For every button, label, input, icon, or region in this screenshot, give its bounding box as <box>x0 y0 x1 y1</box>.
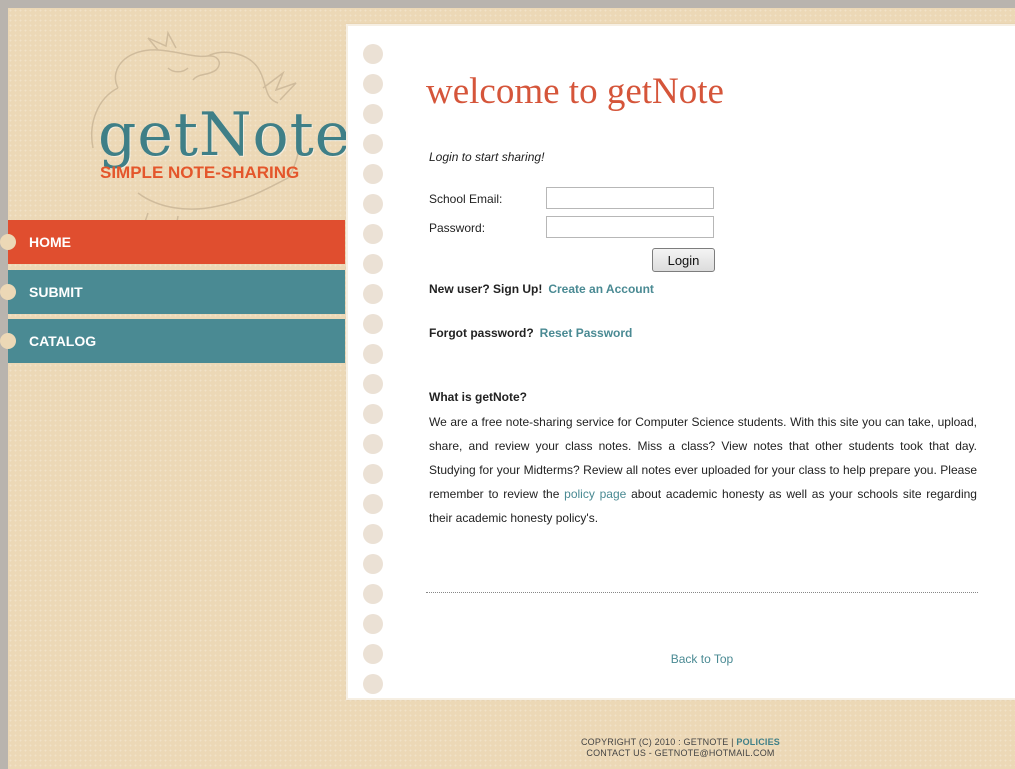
notebook-ring-icon <box>363 674 383 694</box>
divider <box>426 592 978 593</box>
nav-item-catalog[interactable]: CATALOG <box>0 319 345 363</box>
notebook-rings <box>363 44 383 704</box>
hole-punch-icon <box>0 284 16 300</box>
footer-copyright-line: COPYRIGHT (C) 2010 : GETNOTE | POLICIES <box>346 737 1015 748</box>
notebook-ring-icon <box>363 164 383 184</box>
notebook-ring-icon <box>363 134 383 154</box>
notebook-ring-icon <box>363 74 383 94</box>
notebook-ring-icon <box>363 644 383 664</box>
contact-text[interactable]: CONTACT US - GETNOTE@HOTMAIL.COM <box>346 748 1015 759</box>
password-field[interactable] <box>546 216 714 238</box>
nav-item-home[interactable]: HOME <box>0 220 345 264</box>
forgot-row: Forgot password? Reset Password <box>429 326 632 340</box>
login-prompt: Login to start sharing! <box>429 150 545 164</box>
logo-tagline: SIMPLE NOTE-SHARING <box>100 163 300 182</box>
login-button[interactable]: Login <box>652 248 715 272</box>
about-heading: What is getNote? <box>429 390 527 404</box>
footer: COPYRIGHT (C) 2010 : GETNOTE | POLICIES … <box>346 737 1015 759</box>
signup-text: New user? Sign Up! <box>429 282 543 296</box>
page-background: getNote SIMPLE NOTE-SHARING HOME SUBMIT … <box>0 8 1015 769</box>
policy-page-link[interactable]: policy page <box>564 487 626 501</box>
email-label: School Email: <box>429 192 503 206</box>
back-to-top-link[interactable]: Back to Top <box>426 652 978 666</box>
notebook-ring-icon <box>363 374 383 394</box>
notebook-ring-icon <box>363 404 383 424</box>
notebook-ring-icon <box>363 584 383 604</box>
nav-item-label: HOME <box>29 234 71 250</box>
site-logo[interactable]: getNote SIMPLE NOTE-SHARING <box>48 28 352 228</box>
create-account-link[interactable]: Create an Account <box>548 282 654 296</box>
nav-item-submit[interactable]: SUBMIT <box>0 270 345 314</box>
nav-item-label: CATALOG <box>29 333 97 349</box>
copyright-text: COPYRIGHT (C) 2010 : GETNOTE | <box>580 737 734 747</box>
notebook-ring-icon <box>363 254 383 274</box>
notebook-ring-icon <box>363 464 383 484</box>
notebook-ring-icon <box>363 104 383 124</box>
logo-title: getNote <box>98 100 352 170</box>
about-paragraph: We are a free note-sharing service for C… <box>429 410 977 530</box>
nav-item-label: SUBMIT <box>29 284 83 300</box>
email-field[interactable] <box>546 187 714 209</box>
notebook-ring-icon <box>363 284 383 304</box>
forgot-text: Forgot password? <box>429 326 534 340</box>
password-label: Password: <box>429 221 486 235</box>
signup-row: New user? Sign Up! Create an Account <box>429 282 654 296</box>
notebook-ring-icon <box>363 44 383 64</box>
content-paper: welcome to getNote Login to start sharin… <box>346 24 1015 700</box>
page-title: welcome to getNote <box>426 71 724 112</box>
notebook-ring-icon <box>363 494 383 514</box>
reset-password-link[interactable]: Reset Password <box>540 326 633 340</box>
notebook-ring-icon <box>363 224 383 244</box>
notebook-ring-icon <box>363 344 383 364</box>
notebook-ring-icon <box>363 434 383 454</box>
hole-punch-icon <box>0 234 16 250</box>
notebook-ring-icon <box>363 614 383 634</box>
hole-punch-icon <box>0 333 16 349</box>
policies-link[interactable]: POLICIES <box>736 737 780 747</box>
notebook-ring-icon <box>363 194 383 214</box>
notebook-ring-icon <box>363 554 383 574</box>
notebook-ring-icon <box>363 524 383 544</box>
notebook-ring-icon <box>363 314 383 334</box>
